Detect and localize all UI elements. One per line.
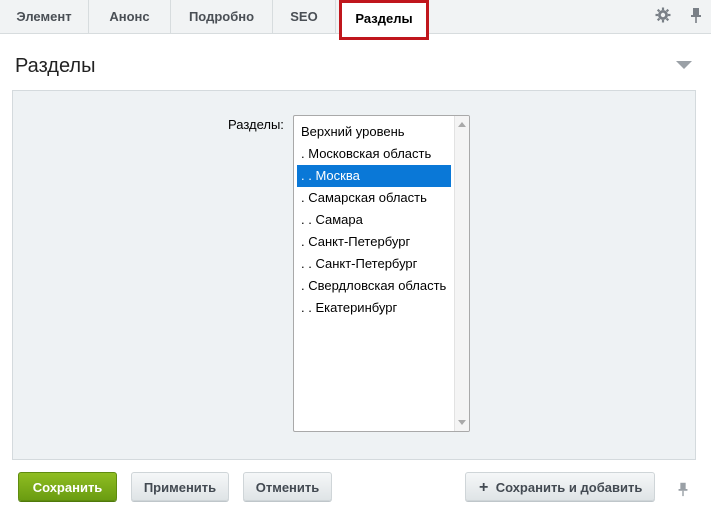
save-and-add-button[interactable]: + Сохранить и добавить (465, 472, 655, 501)
list-item[interactable]: . Самарская область (297, 187, 451, 209)
list-item[interactable]: . . Санкт-Петербург (297, 253, 451, 275)
tab-bar: Элемент Анонс Подробно SEO Разделы (0, 0, 711, 40)
listbox-scrollbar[interactable] (454, 116, 469, 431)
tab-element[interactable]: Элемент (0, 0, 89, 33)
tab-announce[interactable]: Анонс (89, 0, 171, 33)
list-item[interactable]: . Санкт-Петербург (297, 231, 451, 253)
apply-button[interactable]: Применить (131, 472, 229, 501)
save-button[interactable]: Сохранить (18, 472, 117, 501)
list-item[interactable]: . Свердловская область (297, 275, 451, 297)
list-item[interactable]: . . Самара (297, 209, 451, 231)
list-item-selected[interactable]: . . Москва (297, 165, 451, 187)
cancel-button[interactable]: Отменить (243, 472, 332, 501)
list-item[interactable]: Верхний уровень (297, 121, 451, 143)
gear-icon[interactable] (654, 6, 672, 24)
scroll-up-icon[interactable] (458, 122, 466, 127)
save-and-add-label: Сохранить и добавить (495, 480, 643, 495)
sections-field-label: Разделы: (228, 117, 284, 132)
tab-sections[interactable]: Разделы (339, 0, 429, 40)
tab-details[interactable]: Подробно (171, 0, 273, 33)
list-item[interactable]: . . Екатеринбург (297, 297, 451, 319)
plus-icon: + (479, 479, 489, 496)
section-title: Разделы (15, 55, 96, 77)
list-item[interactable]: . Московская область (297, 143, 451, 165)
sections-listbox[interactable]: Верхний уровень . Московская область . .… (293, 115, 470, 432)
tab-seo[interactable]: SEO (273, 0, 336, 33)
scroll-down-icon[interactable] (458, 420, 466, 425)
sections-list: Верхний уровень . Московская область . .… (297, 121, 451, 319)
pin-icon[interactable] (687, 6, 705, 24)
pin-icon[interactable] (675, 480, 691, 498)
collapse-arrow-icon[interactable] (676, 61, 692, 69)
